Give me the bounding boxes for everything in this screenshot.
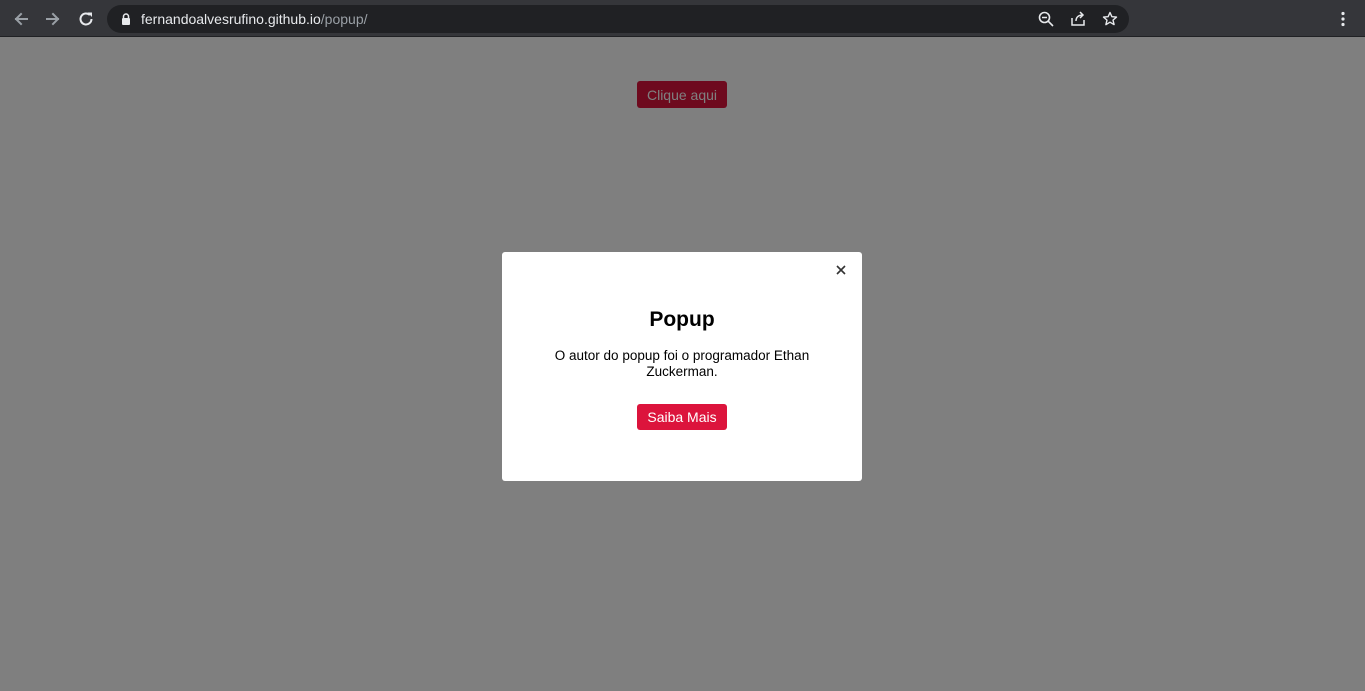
arrow-left-icon (14, 12, 28, 26)
page-viewport: Clique aqui Popup O autor do popup foi o… (0, 37, 1365, 691)
reload-icon (79, 12, 93, 26)
zoom-out-icon (1038, 11, 1054, 27)
url-text[interactable]: fernandoalvesrufino.github.io/popup/ (141, 11, 368, 27)
browser-menu-button[interactable] (1334, 9, 1352, 29)
popup-close-button[interactable] (833, 262, 849, 278)
learn-more-button[interactable]: Saiba Mais (637, 404, 727, 430)
zoom-button[interactable] (1037, 10, 1055, 28)
reload-button[interactable] (75, 8, 97, 30)
address-bar[interactable]: fernandoalvesrufino.github.io/popup/ (107, 5, 1129, 33)
url-path: /popup/ (320, 11, 368, 27)
share-icon (1071, 11, 1085, 26)
close-icon (836, 265, 846, 275)
back-button[interactable] (10, 8, 32, 30)
url-host: fernandoalvesrufino.github.io (141, 11, 321, 27)
popup-text: O autor do popup foi o programador Ethan… (554, 348, 810, 379)
forward-button[interactable] (42, 8, 64, 30)
popup-overlay[interactable]: Popup O autor do popup foi o programador… (0, 37, 1365, 691)
star-icon (1102, 11, 1118, 26)
popup-title: Popup (649, 308, 715, 331)
arrow-right-icon (46, 12, 60, 26)
popup-dialog: Popup O autor do popup foi o programador… (502, 252, 862, 481)
share-button[interactable] (1069, 10, 1087, 28)
kebab-menu-icon (1341, 11, 1345, 27)
lock-icon (122, 13, 130, 25)
bookmark-button[interactable] (1101, 10, 1119, 28)
browser-toolbar: fernandoalvesrufino.github.io/popup/ (0, 0, 1365, 37)
